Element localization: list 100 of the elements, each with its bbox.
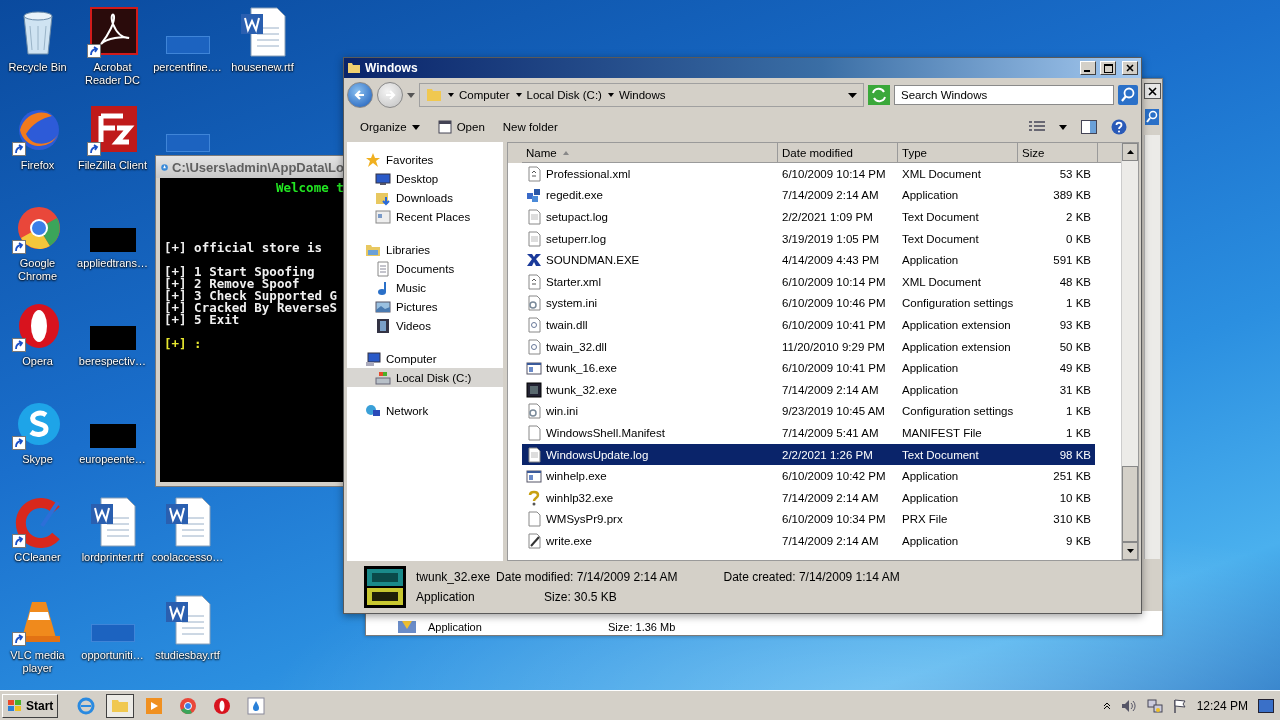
browser-e-icon — [77, 696, 96, 715]
scrollbar-thumb[interactable] — [1122, 466, 1138, 542]
file-row[interactable]: WMSysPr9.prx 6/10/2009 10:34 PM PRX File 310 KB — [522, 508, 1095, 531]
desktop-shortcut[interactable]: berespectiv… — [75, 300, 150, 368]
desktop-shortcut[interactable]: coolaccesso… — [150, 496, 225, 564]
desktop-shortcut[interactable]: Recycle Bin — [0, 6, 75, 74]
thumbnail-icon — [165, 134, 210, 152]
file-row[interactable]: twain_32.dll 11/20/2010 9:29 PM Application extension 50 KB — [522, 335, 1095, 358]
refresh-icon[interactable] — [868, 85, 890, 105]
caret-icon[interactable] — [1059, 124, 1067, 130]
file-row[interactable]: setuperr.log 3/19/2019 1:05 PM Text Document 0 KB — [522, 227, 1095, 250]
back-button[interactable] — [347, 82, 373, 108]
desktop-shortcut[interactable]: housenew.rtf — [225, 6, 300, 74]
maximize-button[interactable] — [1100, 61, 1116, 75]
breadcrumb-link[interactable]: Computer — [459, 89, 510, 101]
nav-item[interactable]: Music — [347, 278, 503, 297]
table-cell-text: 1 KB — [1065, 297, 1092, 310]
caret-icon[interactable] — [515, 93, 522, 97]
file-row[interactable]: setupact.log 2/2/2021 1:09 PM Text Document 2 KB — [522, 206, 1095, 228]
file-row[interactable]: twain.dll 6/10/2009 10:41 PM Application extension 93 KB — [522, 314, 1095, 336]
search-icon[interactable] — [1145, 109, 1159, 125]
file-row[interactable]: SOUNDMAN.EXE 4/14/2009 4:43 PM Application 591 KB — [522, 249, 1095, 271]
nav-item[interactable]: Favorites — [347, 150, 503, 169]
close-icon — [1126, 64, 1134, 72]
windows-flag-icon — [7, 698, 23, 713]
table-cell-text: 4/14/2009 4:43 PM — [781, 254, 881, 267]
desktop-shortcut[interactable]: europeente… — [75, 398, 150, 466]
nav-item[interactable]: Local Disk (C:) — [347, 368, 503, 387]
column-header[interactable]: Type — [898, 143, 1018, 163]
chevron-up-icon[interactable] — [1102, 701, 1111, 710]
nav-item[interactable]: Recent Places — [347, 207, 503, 226]
desktop-shortcut[interactable]: opportuniti… — [75, 594, 150, 662]
desktop-shortcut[interactable]: Opera — [0, 300, 75, 368]
file-row[interactable]: Professional.xml 6/10/2009 10:14 PM XML Document 53 KB — [522, 163, 1095, 185]
gear-file-icon — [526, 316, 542, 333]
desktop-shortcut[interactable]: Google Chrome — [0, 202, 75, 283]
toolbar-button[interactable]: Organize — [358, 119, 422, 135]
table-cell-text: Application — [901, 254, 960, 267]
maximize-icon — [1103, 63, 1113, 73]
nav-item[interactable]: Computer — [347, 349, 503, 368]
nav-item[interactable]: Desktop — [347, 169, 503, 188]
breadcrumb-link[interactable]: Windows — [618, 89, 666, 101]
table-cell-text: 2 KB — [1065, 211, 1092, 223]
nav-item[interactable]: Documents — [347, 259, 503, 278]
search-field[interactable]: Search Windows — [894, 85, 1114, 105]
file-row[interactable]: win.ini 9/23/2019 10:45 AM Configuration settings 1 KB — [522, 400, 1095, 423]
nav-item[interactable]: Libraries — [347, 240, 503, 259]
caret-icon[interactable] — [848, 92, 857, 98]
desktop-shortcut[interactable]: studiesbay.rtf — [150, 594, 225, 662]
close-button[interactable] — [1143, 83, 1161, 99]
help-icon[interactable] — [1111, 119, 1127, 135]
desktop-shortcut[interactable]: VLC media player — [0, 594, 75, 675]
file-row[interactable]: write.exe 7/14/2009 2:14 AM Application 9 KB — [522, 530, 1095, 552]
scrollbar[interactable] — [1121, 143, 1138, 560]
nav-item[interactable]: Downloads — [347, 188, 503, 207]
desktop-shortcut[interactable]: lordprinter.rtf — [75, 496, 150, 564]
desktop-shortcut[interactable]: percentfine.… — [150, 6, 225, 74]
file-name: Professional.xml — [546, 167, 631, 180]
file-row[interactable]: system.ini 6/10/2009 10:46 PM Configuration settings 1 KB — [522, 292, 1095, 315]
file-row[interactable]: Starter.xml 6/10/2009 10:14 PM XML Document 48 KB — [522, 270, 1095, 293]
desktop-shortcut[interactable]: appliedtrans… — [75, 202, 150, 270]
nav-item[interactable]: Pictures — [347, 297, 503, 316]
search-icon[interactable] — [1118, 85, 1138, 105]
column-header[interactable]: Name — [522, 143, 778, 163]
file-row[interactable]: WindowsShell.Manifest 7/14/2009 5:41 AM MANIFEST File 1 KB — [522, 422, 1095, 444]
column-header[interactable]: Size — [1018, 143, 1098, 163]
nav-item[interactable]: Videos — [347, 316, 503, 335]
file-row[interactable]: WindowsUpdate.log 2/2/2021 1:26 PM Text Document 98 KB — [522, 443, 1095, 466]
breadcrumb-link[interactable]: Local Disk (C:) — [526, 89, 602, 101]
preview-pane-icon[interactable] — [1081, 120, 1097, 134]
desktop-shortcut[interactable]: Firefox — [0, 104, 75, 172]
console-line: [+] Cracked By ReverseS — [164, 302, 339, 314]
forward-button[interactable] — [377, 82, 403, 108]
console-line: [+] : — [164, 335, 203, 350]
toolbar-button[interactable]: New folder — [500, 119, 560, 135]
caret-icon[interactable] — [448, 93, 454, 97]
start-button[interactable]: Start — [2, 693, 59, 718]
desktop-shortcut[interactable]: FileZilla Client — [75, 104, 150, 172]
view-list-icon[interactable] — [1029, 121, 1045, 133]
show-desktop-icon[interactable] — [1258, 698, 1274, 713]
minimize-button[interactable] — [1080, 61, 1096, 75]
file-row[interactable]: winhelp.exe 6/10/2009 10:42 PM Application 251 KB — [522, 465, 1095, 487]
file-row[interactable]: twunk_32.exe 7/14/2009 2:14 AM Application 31 KB — [522, 378, 1095, 401]
toolbar-button[interactable]: Open — [435, 118, 487, 136]
scrollbar[interactable] — [1144, 135, 1160, 559]
flag-icon[interactable] — [1172, 698, 1187, 713]
volume-icon[interactable] — [1120, 698, 1137, 713]
network-icon[interactable] — [1146, 698, 1163, 713]
caret-icon[interactable] — [607, 93, 614, 97]
address-bar[interactable]: Computer Local Disk (C:) Windows — [419, 83, 864, 107]
clock[interactable]: 12:24 PM — [1196, 698, 1248, 713]
desktop-shortcut[interactable]: Acrobat Reader DC — [75, 6, 150, 87]
file-row[interactable]: regedit.exe 7/14/2009 2:14 AM Application 389 KB — [522, 184, 1095, 207]
desktop-shortcut[interactable]: Skype — [0, 398, 75, 466]
file-row[interactable]: twunk_16.exe 6/10/2009 10:41 PM Application 49 KB — [522, 357, 1095, 379]
column-header[interactable]: Date modified — [778, 143, 898, 163]
file-row[interactable]: winhlp32.exe 7/14/2009 2:14 AM Application 10 KB — [522, 486, 1095, 509]
desktop-shortcut[interactable]: CCleaner — [0, 496, 75, 564]
taskbar-button[interactable] — [106, 693, 135, 718]
nav-item[interactable]: Network — [347, 401, 503, 420]
